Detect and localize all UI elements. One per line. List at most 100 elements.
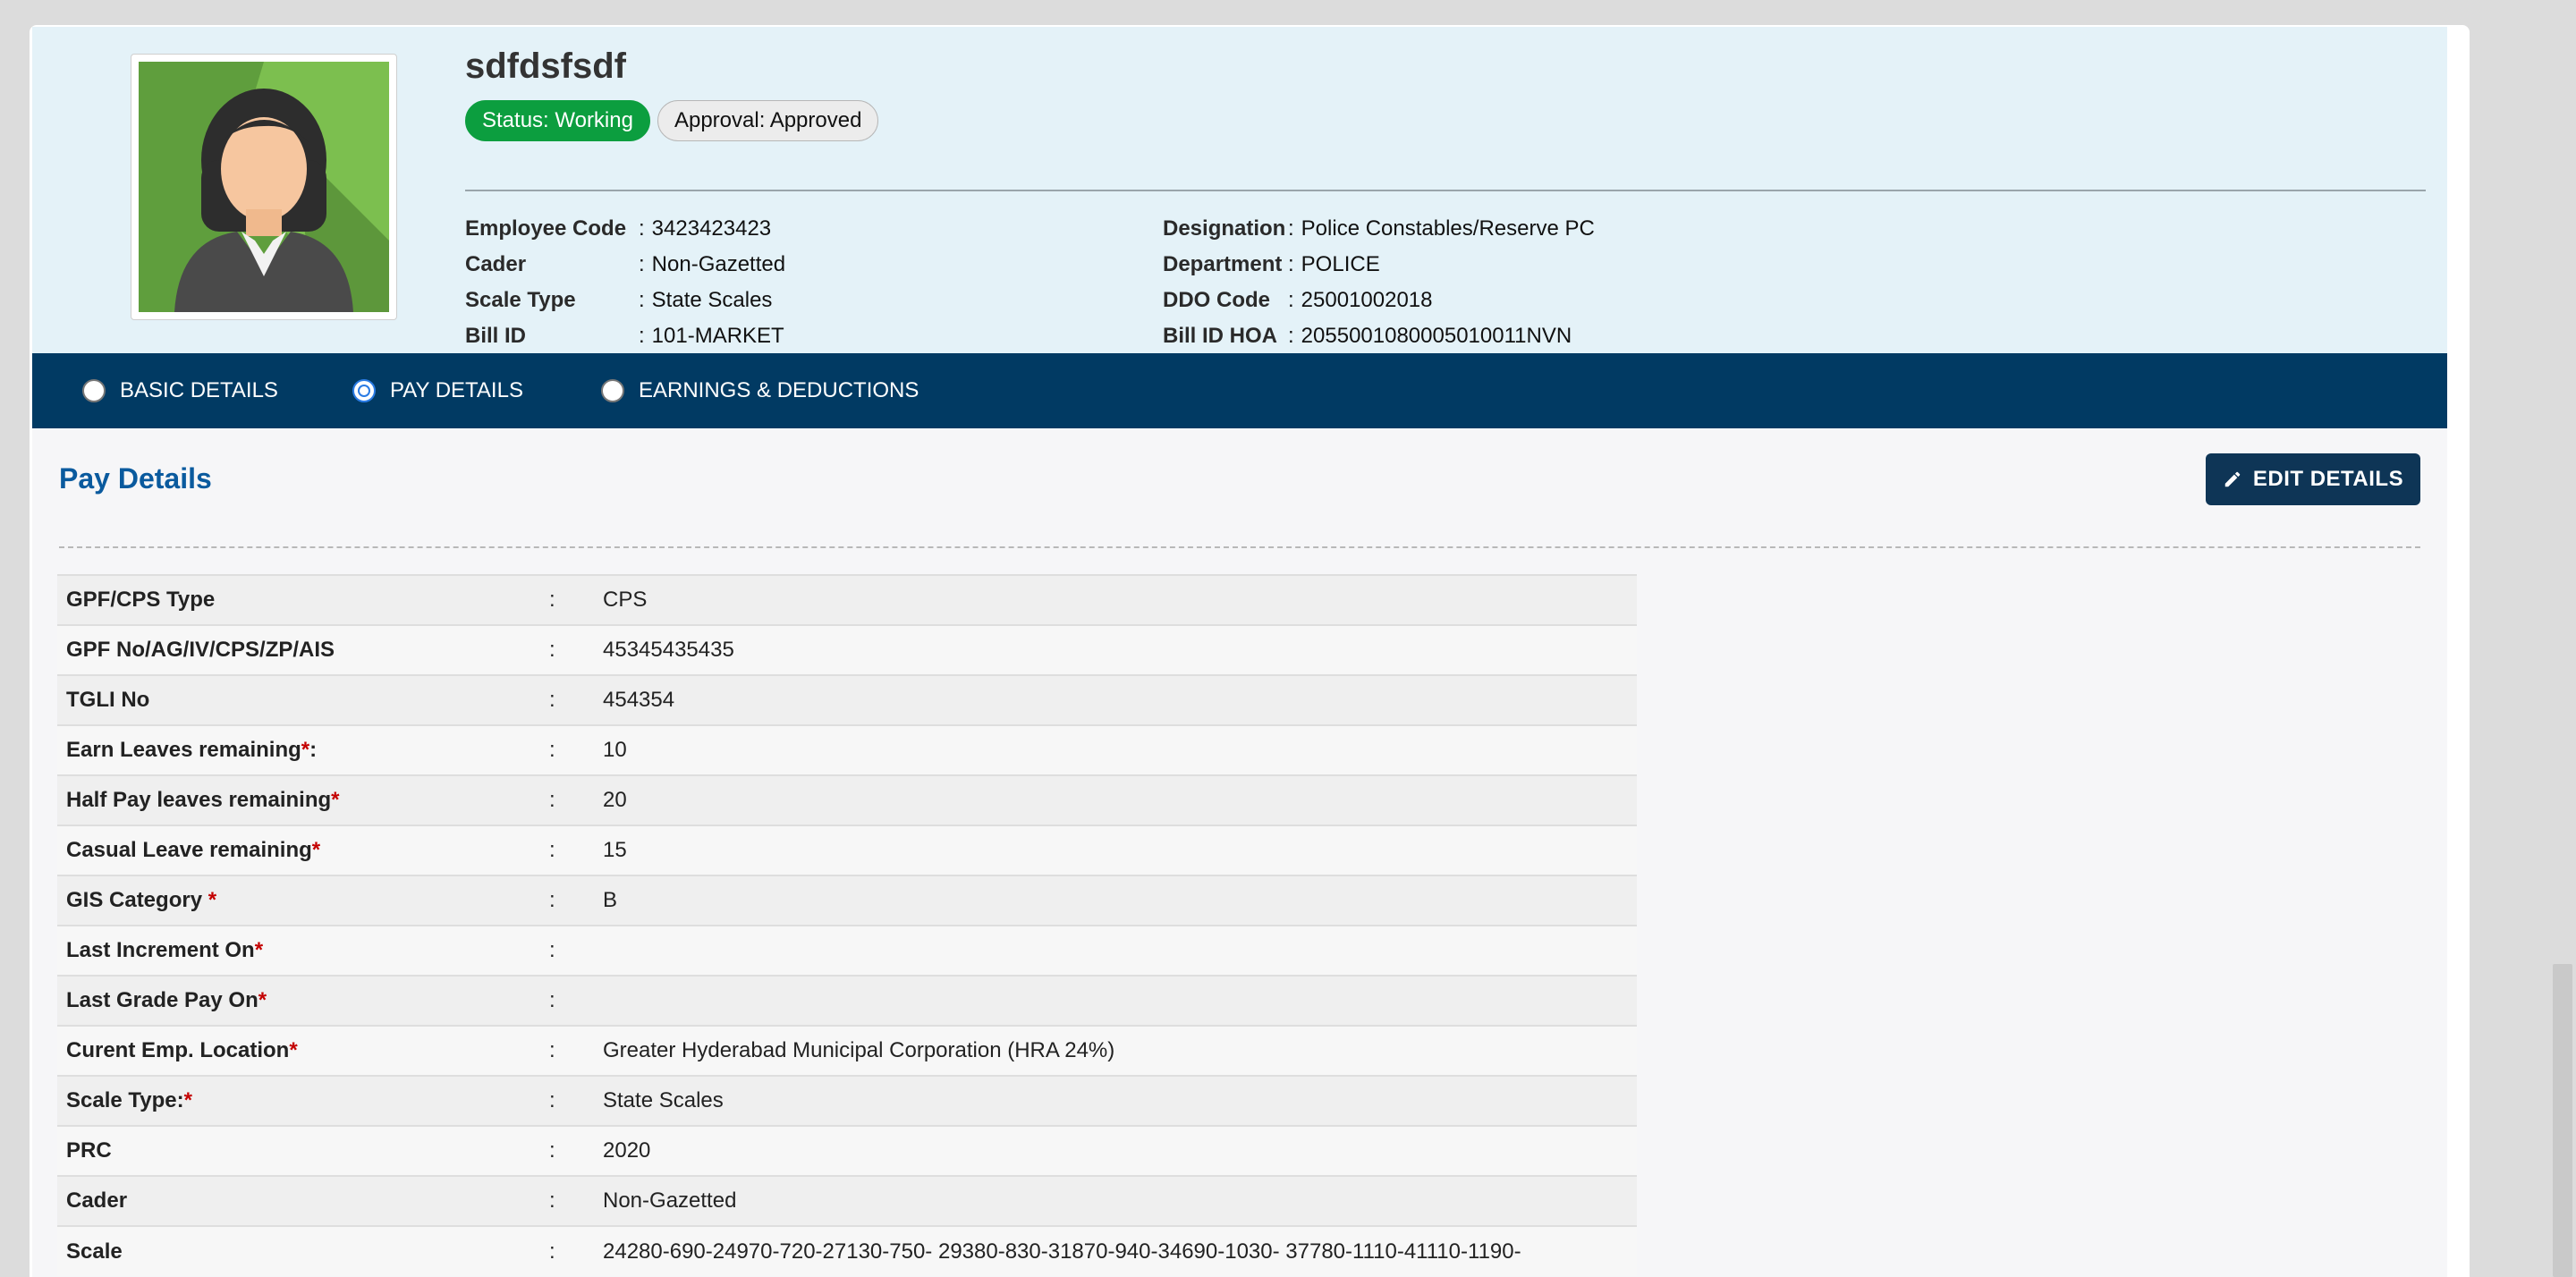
table-row: Scale:24280-690-24970-720-27130-750- 293… <box>57 1225 1637 1276</box>
info-separator: : <box>1288 288 1294 312</box>
row-label-text: PRC <box>66 1138 112 1163</box>
table-row: TGLI No:454354 <box>57 674 1637 725</box>
table-row: Scale Type:*: State Scales <box>57 1075 1637 1126</box>
row-label-text: Casual Leave remaining <box>66 838 312 862</box>
row-label: Earn Leaves remaining*: <box>57 724 540 775</box>
row-separator: : <box>540 1075 594 1126</box>
info-value: Police Constables/Reserve PC <box>1301 216 1595 241</box>
row-separator: : <box>540 975 594 1026</box>
row-label-text: GPF/CPS Type <box>66 588 216 612</box>
tab-label: BASIC DETAILS <box>120 378 278 402</box>
info-row-bill-id: Bill ID : 101-MARKET <box>465 318 785 354</box>
row-separator: : <box>540 1025 594 1076</box>
required-marker: * <box>254 938 264 962</box>
required-marker: * <box>289 1038 298 1062</box>
info-separator: : <box>639 252 645 276</box>
employee-name: sdfdsfsdf <box>465 47 626 86</box>
row-value: 10 <box>594 724 1637 775</box>
info-label: Employee Code <box>465 216 627 241</box>
tab-basic-details[interactable]: BASIC DETAILS <box>82 353 278 428</box>
row-label: Half Pay leaves remaining* <box>57 774 540 825</box>
table-row: GIS Category *: B <box>57 875 1637 926</box>
row-value <box>594 975 1637 1026</box>
required-marker: * <box>258 988 267 1012</box>
tab-earnings-deductions[interactable]: EARNINGS & DEDUCTIONS <box>601 353 919 428</box>
info-label: Cader <box>465 252 527 276</box>
info-value: Non-Gazetted <box>651 252 786 276</box>
employee-profile-header: sdfdsfsdf Status: Working Approval: Appr… <box>32 27 2447 354</box>
tab-pay-details[interactable]: PAY DETAILS <box>352 353 523 428</box>
info-label: Department <box>1163 252 1283 276</box>
required-marker: * <box>301 738 310 762</box>
row-value: 45345435435 <box>594 624 1637 675</box>
employee-info-left: Employee Code : 3423423423 Cader : Non-G… <box>465 211 785 354</box>
row-label: Last Increment On* <box>57 925 540 976</box>
row-label: PRC <box>57 1125 540 1176</box>
row-label: Last Grade Pay On* <box>57 975 540 1026</box>
scrollbar-thumb[interactable] <box>2553 964 2572 1277</box>
row-separator: : <box>540 674 594 725</box>
info-row-cader: Cader : Non-Gazetted <box>465 247 785 283</box>
info-label: DDO Code <box>1163 288 1270 312</box>
info-separator: : <box>639 324 645 348</box>
row-label: TGLI No <box>57 674 540 725</box>
row-label: GIS Category * <box>57 875 540 926</box>
page-scrollbar[interactable] <box>2540 0 2576 1277</box>
section-title: Pay Details <box>59 462 212 495</box>
row-value: 454354 <box>594 674 1637 725</box>
row-label-text: Scale <box>66 1239 123 1264</box>
section-divider <box>59 546 2420 548</box>
row-separator: : <box>540 724 594 775</box>
table-row: Curent Emp. Location*: Greater Hyderabad … <box>57 1025 1637 1076</box>
status-badges: Status: Working Approval: Approved <box>465 100 879 141</box>
row-value: B <box>594 875 1637 926</box>
row-separator: : <box>540 624 594 675</box>
tab-label: EARNINGS & DEDUCTIONS <box>639 378 919 402</box>
edit-details-label: EDIT DETAILS <box>2252 467 2404 491</box>
info-row-ddo-code: DDO Code : 25001002018 <box>1163 283 1595 318</box>
row-label: GPF No/AG/IV/CPS/ZP/AIS <box>57 624 540 675</box>
row-value: Non-Gazetted <box>594 1175 1637 1226</box>
table-row: Cader: Non-Gazetted <box>57 1175 1637 1226</box>
table-row: Last Grade Pay On*: <box>57 975 1637 1026</box>
tab-radio[interactable] <box>601 379 624 402</box>
row-label: Cader <box>57 1175 540 1226</box>
employee-info-right: Designation : Police Constables/Reserve … <box>1163 211 1595 354</box>
table-row: PRC:2020 <box>57 1125 1637 1176</box>
row-label: Scale Type:* <box>57 1075 540 1126</box>
row-value: CPS <box>594 574 1637 625</box>
row-label-text: Earn Leaves remaining <box>66 738 301 762</box>
info-label: Bill ID HOA <box>1163 324 1278 348</box>
info-separator: : <box>639 216 645 241</box>
info-value: 101-MARKET <box>651 324 784 348</box>
info-separator: : <box>1288 324 1294 348</box>
row-label-text: Last Increment On <box>66 938 255 962</box>
row-label-suffix: : <box>309 738 318 762</box>
row-value: 15 <box>594 825 1637 875</box>
info-value: 3423423423 <box>651 216 772 241</box>
row-value: Greater Hyderabad Municipal Corporation … <box>594 1025 1637 1076</box>
row-label-text: Scale Type: <box>66 1088 184 1112</box>
pencil-icon <box>2224 471 2241 487</box>
row-label-text: GIS Category <box>66 888 208 912</box>
required-marker: * <box>331 788 340 812</box>
required-marker: * <box>208 888 217 912</box>
row-value: 2020 <box>594 1125 1637 1176</box>
row-separator: : <box>540 1175 594 1226</box>
row-label-text: GPF No/AG/IV/CPS/ZP/AIS <box>66 638 335 662</box>
info-row-scale-type: Scale Type : State Scales <box>465 283 785 318</box>
pay-details-table: GPF/CPS Type: CPS GPF No/AG/IV/CPS/ZP/AIS:… <box>57 574 1637 1276</box>
tab-radio-selected[interactable] <box>352 379 376 402</box>
info-row-bill-id-hoa: Bill ID HOA : 2055001080005010011NVN <box>1163 318 1595 354</box>
details-tab-bar: BASIC DETAILS PAY DETAILS EARNINGS & DED… <box>32 353 2447 428</box>
row-value: State Scales <box>594 1075 1637 1126</box>
row-separator: : <box>540 925 594 976</box>
status-badge: Status: Working <box>465 100 650 141</box>
row-label: Curent Emp. Location* <box>57 1025 540 1076</box>
profile-divider <box>465 190 2426 191</box>
tab-radio[interactable] <box>82 379 106 402</box>
table-row: GPF/CPS Type: CPS <box>57 574 1637 625</box>
info-label: Designation <box>1163 216 1286 241</box>
edit-details-button[interactable]: EDIT DETAILS <box>2206 453 2420 505</box>
row-label-text: TGLI No <box>66 688 150 712</box>
